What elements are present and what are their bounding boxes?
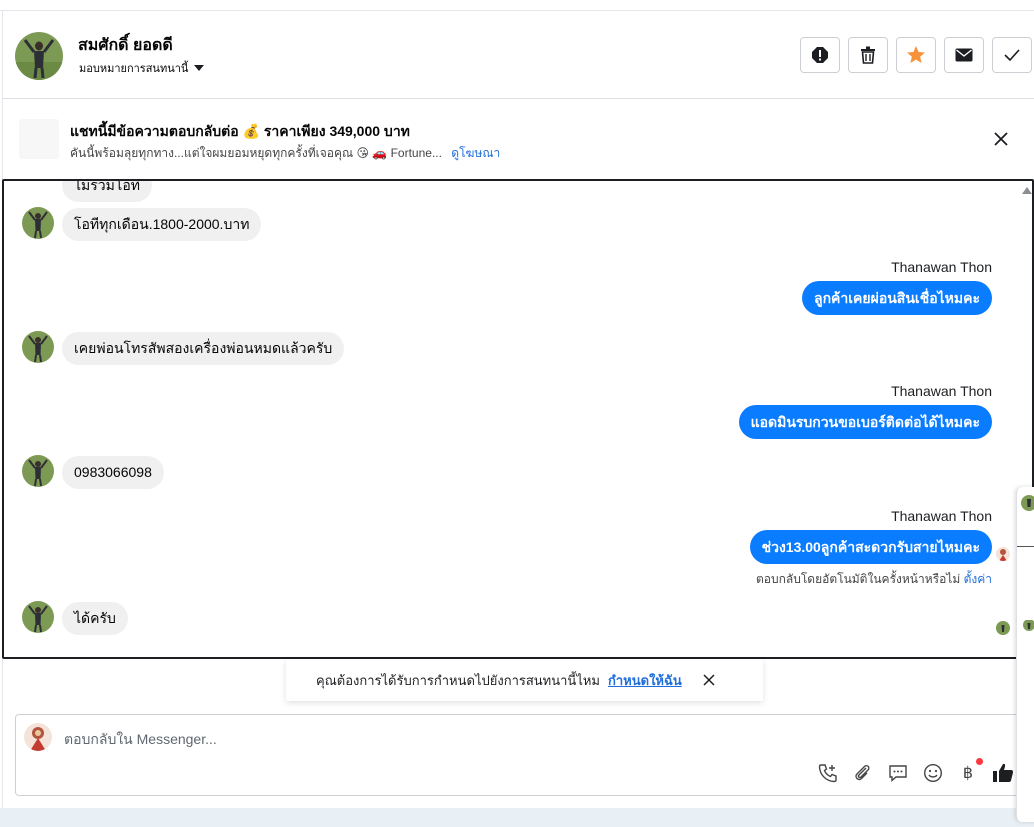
- envelope-icon: [955, 48, 973, 62]
- message-incoming: ได้ครับ: [62, 602, 128, 635]
- contact-avatar-small: [22, 455, 54, 487]
- close-icon: [703, 674, 715, 686]
- bottom-strip: [0, 808, 1034, 827]
- message-incoming: โอทีทุกเดือน.1800-2000.บาท: [62, 208, 262, 241]
- ad-subtitle-text: คันนี้พร้อมลุยทุกทาง...แต่ใจผมยอมหยุดทุก…: [70, 146, 442, 160]
- side-panel-collapsed[interactable]: [1016, 487, 1034, 822]
- baht-glyph: ฿: [962, 765, 974, 782]
- close-ad-button[interactable]: [992, 130, 1010, 148]
- saved-reply-icon[interactable]: [887, 762, 909, 784]
- phone-plus-icon[interactable]: [817, 762, 839, 784]
- message-outgoing: ลูกค้าเคยผ่อนสินเชื่อไหมคะ: [801, 281, 992, 315]
- star-button[interactable]: [896, 37, 936, 73]
- sender-name: Thanawan Thon: [891, 383, 992, 399]
- auto-reply-note: ตอบกลับโดยอัตโนมัติในครั้งหน้าหรือไม่ ตั…: [756, 570, 992, 589]
- auto-reply-settings-link[interactable]: ตั้งค่า: [964, 572, 992, 586]
- message-incoming: ไม่รวมโอที: [62, 181, 153, 202]
- message-thread[interactable]: ไม่รวมโอที โอทีทุกเดือน.1800-2000.บาท Th…: [2, 179, 1034, 659]
- spam-button[interactable]: [800, 37, 840, 73]
- assign-label: มอบหมายการสนทนานี้: [79, 63, 189, 75]
- contact-avatar-small: [22, 207, 54, 239]
- contact-avatar-small: [22, 601, 54, 633]
- reply-composer[interactable]: ตอบกลับใน Messenger... ฿: [15, 714, 1019, 796]
- check-icon: [1004, 49, 1020, 61]
- assign-to-me-link[interactable]: กำหนดให้ฉัน: [608, 670, 682, 691]
- agent-avatar: [24, 723, 52, 751]
- auto-reply-text: ตอบกลับโดยอัตโนมัติในครั้งหน้าหรือไม่: [756, 572, 961, 586]
- ad-subtitle: คันนี้พร้อมลุยทุกทาง...แต่ใจผมยอมหยุดทุก…: [70, 144, 500, 163]
- emoji-icon[interactable]: [922, 762, 944, 784]
- panel-avatar: [1021, 495, 1034, 511]
- message-incoming: เคยพ่อนโทรสัพสองเครื่องพ่อนหมดแล้วครับ: [62, 332, 345, 365]
- message-incoming: 0983066098: [62, 456, 164, 489]
- assign-dropdown[interactable]: มอบหมายการสนทนานี้: [79, 59, 205, 77]
- caret-down-icon: [194, 65, 205, 71]
- star-icon: [907, 46, 925, 63]
- agent-avatar-read-receipt: [996, 547, 1010, 561]
- panel-divider: [1017, 546, 1034, 547]
- header-actions: [800, 37, 1032, 73]
- baht-icon[interactable]: ฿: [957, 758, 983, 784]
- contact-avatar[interactable]: [15, 32, 63, 80]
- done-button[interactable]: [992, 37, 1032, 73]
- alert-icon: [812, 47, 828, 63]
- ad-thumbnail: [19, 119, 59, 159]
- composer-toolbar: ฿: [817, 758, 1014, 784]
- inbox-page: สมศักดิ์ ยอดดี มอบหมายการสนทนานี้ แชทนี้…: [0, 0, 1034, 827]
- message-outgoing: ช่วง13.00ลูกค้าสะดวกรับสายไหมคะ: [749, 530, 992, 564]
- view-ad-link[interactable]: ดูโฆษณา: [451, 146, 500, 160]
- conversation-header: สมศักดิ์ ยอดดี มอบหมายการสนทนานี้: [3, 11, 1034, 99]
- ad-banner: แชทนี้มีข้อความตอบกลับต่อ 💰 ราคาเพียง 34…: [3, 100, 1034, 178]
- delete-button[interactable]: [848, 37, 888, 73]
- notification-dot: [976, 758, 983, 765]
- sender-name: Thanawan Thon: [891, 259, 992, 275]
- thumbs-up-icon[interactable]: [992, 762, 1014, 784]
- trash-icon: [861, 46, 875, 64]
- close-icon: [994, 132, 1008, 146]
- ad-title: แชทนี้มีข้อความตอบกลับต่อ 💰 ราคาเพียง 34…: [70, 123, 410, 139]
- panel-avatar-small: [1023, 619, 1034, 631]
- close-prompt-button[interactable]: [702, 673, 716, 687]
- assign-prompt: คุณต้องการได้รับการกำหนดไปยังการสนทนานี้…: [286, 659, 763, 701]
- sender-name: Thanawan Thon: [891, 508, 992, 524]
- message-outgoing: แอดมินรบกวนขอเบอร์ติดต่อได้ไหมคะ: [738, 405, 992, 439]
- reply-input[interactable]: ตอบกลับใน Messenger...: [64, 729, 217, 751]
- contact-name[interactable]: สมศักดิ์ ยอดดี: [78, 33, 173, 58]
- scroll-up-arrow-icon[interactable]: [1022, 187, 1032, 194]
- contact-avatar-small: [22, 331, 54, 363]
- attachment-icon[interactable]: [852, 762, 874, 784]
- assign-prompt-text: คุณต้องการได้รับการกำหนดไปยังการสนทนานี้…: [316, 672, 600, 688]
- contact-avatar-read-receipt: [996, 621, 1010, 635]
- mark-unread-button[interactable]: [944, 37, 984, 73]
